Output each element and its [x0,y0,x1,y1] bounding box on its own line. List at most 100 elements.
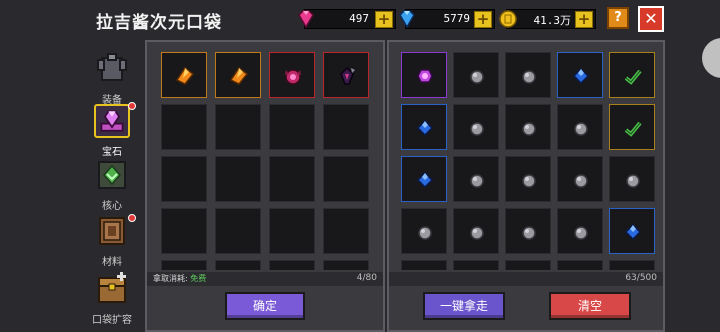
storage-slot[interactable] [401,156,447,202]
storage-slot[interactable] [505,156,551,202]
pocket-slot[interactable] [161,104,207,150]
blue-gem-icon [572,67,590,85]
stone-icon [574,122,588,136]
storage-slot[interactable] [453,208,499,254]
sidebar-item-core[interactable]: 核心 [90,158,134,212]
pocket-slot[interactable] [323,208,369,254]
orange-crystal-icon [229,66,249,85]
stone-icon [522,174,536,188]
storage-slot[interactable] [453,260,499,270]
pocket-slot[interactable] [161,52,207,98]
pocket-slot[interactable] [323,52,369,98]
pocket-capacity: 4/80 [356,273,377,283]
pocket-footer: 拿取消耗: 免费 4/80 [147,272,383,286]
storage-grid[interactable] [395,48,659,270]
stone-icon [522,70,536,84]
stone-icon [522,122,536,136]
storage-slot[interactable] [609,260,655,270]
pocket-slot[interactable] [215,260,261,270]
storage-slot[interactable] [557,52,603,98]
stone-icon [418,226,432,240]
storage-slot[interactable] [505,260,551,270]
storage-slot[interactable] [609,104,655,150]
storage-slot[interactable] [505,208,551,254]
gem-icon [94,104,130,138]
pocket-slot[interactable] [215,52,261,98]
storage-slot[interactable] [557,208,603,254]
sidebar-item-label: 宝石 [102,147,122,158]
help-button[interactable]: ? [607,7,629,29]
storage-slot[interactable] [609,208,655,254]
storage-slot[interactable] [557,156,603,202]
storage-slot[interactable] [453,52,499,98]
blue-gem-icon [416,119,434,137]
material-icon [99,217,125,245]
pink-gem-value: 497 [349,12,369,25]
pocket-slot[interactable] [323,156,369,202]
storage-slot[interactable] [453,156,499,202]
pink-gem-icon [298,10,314,29]
pocket-slot[interactable] [269,260,315,270]
pocket-slot[interactable] [161,156,207,202]
storage-slot[interactable] [401,260,447,270]
add-blue-gem-button[interactable]: + [474,11,492,28]
orange-crystal-icon [175,66,195,85]
sidebar-item-label: 核心 [102,201,122,212]
confirm-button[interactable]: 确定 [225,292,305,320]
pocket-slot[interactable] [323,104,369,150]
demon-gem-icon [285,69,301,85]
pocket-grid[interactable] [153,48,379,270]
blue-gem-icon [399,10,415,29]
storage-slot[interactable] [453,104,499,150]
green-check-icon [624,69,642,85]
sidebar-item-pocket-expand[interactable]: 口袋扩容 [90,272,134,326]
pocket-panel: 拿取消耗: 免费 4/80 确定 [145,40,385,332]
pocket-slot[interactable] [269,208,315,254]
pocket-slot[interactable] [215,208,261,254]
take-cost-value: 免费 [190,274,207,283]
pocket-slot[interactable] [215,156,261,202]
close-button[interactable]: ✕ [638,6,664,32]
pocket-slot[interactable] [161,260,207,270]
stone-icon [626,174,640,188]
take-cost: 拿取消耗: 免费 [153,273,206,284]
floating-circle[interactable] [702,38,720,78]
pocket-slot[interactable] [269,104,315,150]
gold-value: 41.3万 [533,14,572,27]
take-cost-label: 拿取消耗: [153,274,188,283]
core-icon [98,161,126,189]
sidebar-item-equipment[interactable]: 装备 [90,52,134,106]
sidebar-item-gems[interactable]: 宝石 [90,102,136,158]
pocket-slot[interactable] [269,52,315,98]
stone-icon [574,226,588,240]
purple-gem-icon [417,69,433,83]
notification-badge [128,214,136,222]
clear-button[interactable]: 清空 [549,292,631,320]
storage-slot[interactable] [505,52,551,98]
pocket-slot[interactable] [215,104,261,150]
pocket-slot[interactable] [269,156,315,202]
stone-icon [470,174,484,188]
storage-slot[interactable] [557,260,603,270]
pocket-slot[interactable] [323,260,369,270]
storage-panel: 63/500 一键拿走 清空 [387,40,665,332]
storage-slot[interactable] [609,52,655,98]
storage-slot[interactable] [401,52,447,98]
green-check-icon [624,121,642,137]
storage-slot[interactable] [401,208,447,254]
storage-slot[interactable] [557,104,603,150]
storage-slot[interactable] [401,104,447,150]
add-pink-gem-button[interactable]: + [375,11,393,28]
add-gold-button[interactable]: + [575,11,593,28]
storage-slot[interactable] [505,104,551,150]
chest-icon [98,272,126,303]
blue-gem-icon [624,223,642,241]
pocket-slot[interactable] [161,208,207,254]
stone-icon [574,174,588,188]
dark-crystal-icon [340,66,355,85]
take-all-button[interactable]: 一键拿走 [423,292,505,320]
sidebar-item-materials[interactable]: 材料 [90,214,136,268]
blue-gem-value: 5779 [443,12,471,25]
storage-slot[interactable] [609,156,655,202]
gold-counter: 41.3万 + [499,9,596,29]
